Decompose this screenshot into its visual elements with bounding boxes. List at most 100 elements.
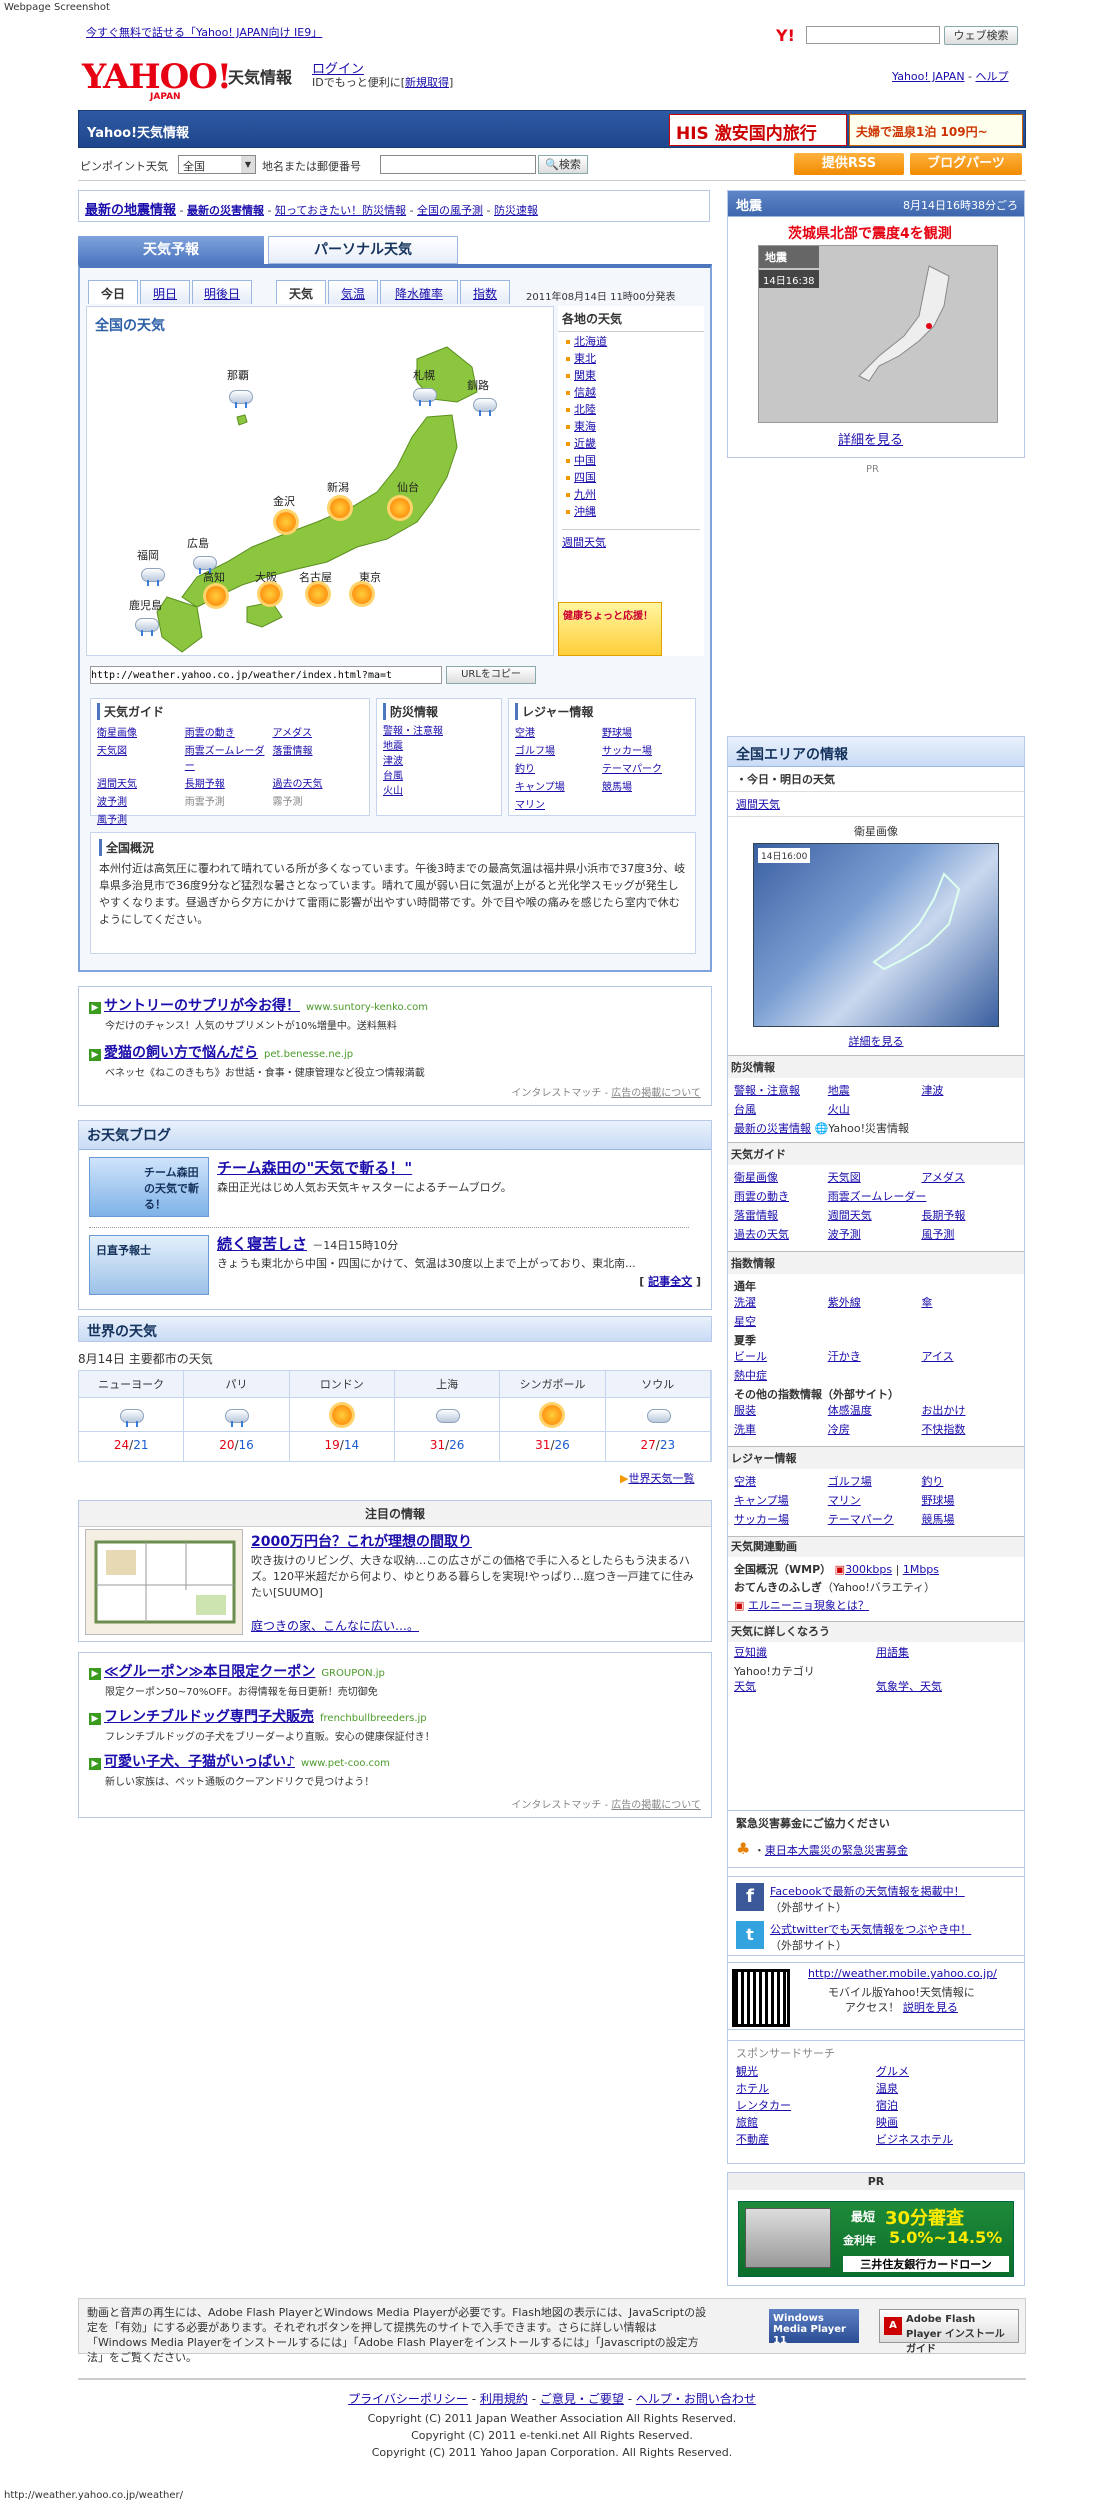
ad-item[interactable]: ▶ 可愛い子犬、子猫がいっぱい♪ www.pet-coo.com xyxy=(89,1751,701,1771)
privacy-link[interactable]: プライバシーポリシー xyxy=(348,2392,468,2406)
region-chugoku[interactable]: 中国 xyxy=(566,454,704,468)
bousai-volcano[interactable]: 火山 xyxy=(383,784,495,799)
side-guide-link[interactable]: 天気図 xyxy=(828,1169,922,1185)
side-typhoon-link[interactable]: 台風 xyxy=(734,1101,828,1117)
index-link[interactable]: 不快指数 xyxy=(921,1421,1015,1437)
world-city-col[interactable]: ロンドン 19/14 xyxy=(289,1371,395,1461)
sponsor-link[interactable]: 観光 xyxy=(736,2065,876,2079)
side-leisure-link[interactable]: キャンプ場 xyxy=(734,1492,828,1508)
elnino-link[interactable]: エルニーニョ現象とは？ xyxy=(748,1599,869,1612)
leisure-soccer[interactable]: サッカー場 xyxy=(602,742,689,757)
tab-index[interactable]: 指数 xyxy=(460,280,510,304)
region-kinki[interactable]: 近畿 xyxy=(566,437,704,451)
region-tokai[interactable]: 東海 xyxy=(566,420,704,434)
tab-today[interactable]: 今日 xyxy=(88,280,138,304)
help-contact-link[interactable]: ヘルプ・お問い合わせ xyxy=(636,2392,756,2406)
feedback-link[interactable]: ご意見・ご要望 xyxy=(540,2392,624,2406)
yahoo-japan-link[interactable]: Yahoo! JAPAN xyxy=(892,70,965,83)
world-city-col[interactable]: パリ 20/16 xyxy=(184,1371,290,1461)
index-link[interactable]: 汗かき xyxy=(828,1348,922,1364)
index-link[interactable]: 紫外線 xyxy=(828,1294,922,1310)
latest-quake-link[interactable]: 最新の地震情報 xyxy=(85,203,176,218)
mobile-howto-link[interactable]: 説明を見る xyxy=(903,2001,958,2014)
index-link[interactable]: 洗車 xyxy=(734,1421,828,1437)
blog-more-link[interactable]: [ 記事全文 ] xyxy=(639,1273,701,1289)
help-link[interactable]: ヘルプ xyxy=(976,70,1009,83)
side-leisure-link[interactable]: 競馬場 xyxy=(921,1511,1015,1527)
nicchoku-banner[interactable]: 日直予報士 xyxy=(89,1235,209,1295)
japan-weather-map[interactable]: 全国の天気 那覇 札幌 釧路 金沢 新潟 仙台 広島 福岡 大阪 名古屋 東京 … xyxy=(86,306,554,656)
tab-forecast[interactable]: 天気予報 xyxy=(78,236,264,264)
pr-banner[interactable]: 最短 30分審査 金利年 5.0%~14.5% 三井住友銀行カードローン xyxy=(738,2201,1014,2277)
tab-personal[interactable]: パーソナル天気 xyxy=(268,236,458,264)
sponsor-link[interactable]: ビジネスホテル xyxy=(876,2133,1016,2147)
region-shikoku[interactable]: 四国 xyxy=(566,471,704,485)
place-input[interactable] xyxy=(380,155,536,174)
ad-info-link[interactable]: 広告の掲載について xyxy=(611,1800,701,1811)
side-guide-link[interactable]: 風予測 xyxy=(921,1226,1015,1242)
blog-title-2[interactable]: 続く寝苦しさ －14日15時10分 xyxy=(217,1233,398,1254)
leisure-race[interactable]: 競馬場 xyxy=(602,778,689,793)
bousai-typhoon[interactable]: 台風 xyxy=(383,769,495,784)
disaster-link[interactable]: 最新の災害情報 xyxy=(187,204,264,217)
world-city-col[interactable]: ソウル 27/23 xyxy=(605,1371,711,1461)
his-ad-banner[interactable]: HIS 激安国内旅行 xyxy=(669,114,847,146)
guide-radar[interactable]: 雨雲ズームレーダー xyxy=(185,742,273,772)
side-tsunami-link[interactable]: 津波 xyxy=(921,1082,1015,1098)
floorplan-image[interactable] xyxy=(85,1529,243,1635)
tab-day-after[interactable]: 明後日 xyxy=(192,280,252,304)
tab-weather[interactable]: 天気 xyxy=(276,280,326,304)
side-guide-link[interactable]: 雨雲の動き xyxy=(734,1188,828,1204)
side-leisure-link[interactable]: サッカー場 xyxy=(734,1511,828,1527)
region-shinetsu[interactable]: 信越 xyxy=(566,386,704,400)
index-link[interactable]: お出かけ xyxy=(921,1402,1015,1418)
team-morita-banner[interactable]: チーム森田の天気で斬る！ xyxy=(89,1157,209,1217)
blog-title-1[interactable]: チーム森田の"天気で斬る！" xyxy=(217,1157,412,1178)
guide-chart[interactable]: 天気図 xyxy=(97,742,185,772)
region-hokuriku[interactable]: 北陸 xyxy=(566,403,704,417)
side-leisure-link[interactable]: 野球場 xyxy=(921,1492,1015,1508)
place-search-button[interactable]: 🔍検索 xyxy=(538,155,588,174)
bousai-quake[interactable]: 地震 xyxy=(383,739,495,754)
wind-forecast-link[interactable]: 全国の風予測 xyxy=(417,204,483,217)
region-kanto[interactable]: 関東 xyxy=(566,369,704,383)
yahoo-logo[interactable]: YAHOO! xyxy=(82,60,232,94)
index-link[interactable]: 冷房 xyxy=(828,1421,922,1437)
tab-tomorrow[interactable]: 明日 xyxy=(140,280,190,304)
side-weekly-link[interactable]: 週間天気 xyxy=(728,792,1024,816)
leisure-camp[interactable]: キャンプ場 xyxy=(515,778,602,793)
facebook-item[interactable]: f Facebookで最新の天気情報を掲載中！ （外部サイト） xyxy=(736,1883,1016,1915)
region-hokkaido[interactable]: 北海道 xyxy=(566,335,704,349)
ad-item[interactable]: ▶ フレンチブルドッグ専門子犬販売 frenchbullbreeders.jp xyxy=(89,1706,701,1726)
onsen-ad-banner[interactable]: 夫婦で温泉1泊 109円~ xyxy=(849,114,1023,146)
guide-long[interactable]: 長期予報 xyxy=(185,775,273,790)
world-city-col[interactable]: ニューヨーク 24/21 xyxy=(79,1371,185,1461)
bousai-tsunami[interactable]: 津波 xyxy=(383,754,495,769)
index-link[interactable]: 洗濯 xyxy=(734,1294,828,1310)
side-warning-link[interactable]: 警報・注意報 xyxy=(734,1082,828,1098)
index-link[interactable]: アイス xyxy=(921,1348,1015,1364)
world-more-link[interactable]: ▶世界天気一覧 xyxy=(620,1470,694,1486)
learn-link[interactable]: 豆知識 xyxy=(734,1646,876,1660)
region-kyushu[interactable]: 九州 xyxy=(566,488,704,502)
blog-parts-button[interactable]: ブログパーツ xyxy=(910,153,1022,175)
video-1m-link[interactable]: 1Mbps xyxy=(903,1563,939,1576)
index-link[interactable]: 傘 xyxy=(921,1294,1015,1310)
index-link[interactable]: 服装 xyxy=(734,1402,828,1418)
sponsor-link[interactable]: 旅館 xyxy=(736,2116,876,2130)
ad-info-link[interactable]: 広告の掲載について xyxy=(611,1088,701,1099)
index-link[interactable]: 熱中症 xyxy=(734,1367,828,1383)
health-ad[interactable]: 健康ちょっと応援！ xyxy=(558,602,662,656)
index-link[interactable]: ビール xyxy=(734,1348,828,1364)
learn-link[interactable]: 用語集 xyxy=(876,1646,1018,1660)
guide-sat[interactable]: 衛星画像 xyxy=(97,724,185,739)
video-300k-link[interactable]: 300kbps xyxy=(845,1563,892,1576)
url-field[interactable] xyxy=(90,666,442,684)
guide-wave[interactable]: 波予測 xyxy=(97,793,185,808)
leisure-baseball[interactable]: 野球場 xyxy=(602,724,689,739)
sponsor-link[interactable]: 不動産 xyxy=(736,2133,876,2147)
side-guide-link[interactable]: 雨雲ズームレーダー xyxy=(828,1188,1015,1204)
notice-link[interactable]: 庭つきの家、こんなに広い…。 xyxy=(251,1617,419,1634)
ad-item[interactable]: ▶ ≪グルーポン≫本日限定クーポン GROUPON.jp xyxy=(89,1661,701,1681)
side-leisure-link[interactable]: 釣り xyxy=(921,1473,1015,1489)
